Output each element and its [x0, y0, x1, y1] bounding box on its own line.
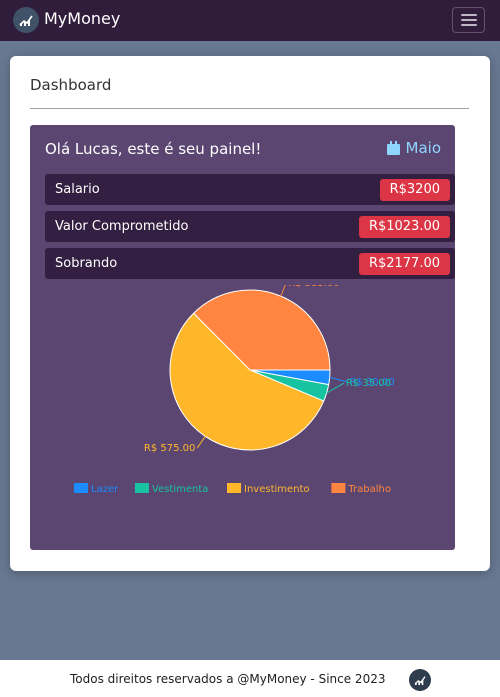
legend-swatch-trabalho[interactable]	[331, 483, 346, 493]
remaining-label: Sobrando	[55, 256, 118, 271]
committed-row: Valor Comprometido R$1023.00	[45, 211, 455, 242]
salary-label: Salario	[55, 182, 100, 197]
summary-panel: Olá Lucas, este é seu painel! Maio Salar…	[30, 125, 455, 550]
legend-swatch-lazer[interactable]	[74, 483, 88, 493]
pie-label-investimento: R$ 575.00	[144, 443, 195, 454]
greeting-text: Olá Lucas, este é seu painel!	[45, 140, 262, 158]
brand-name[interactable]: MyMoney	[44, 9, 120, 28]
expense-pie-chart: R$ 30.00R$ 35.00R$ 575.00R$ 383.00LazerV…	[74, 285, 395, 495]
hamburger-menu-icon	[460, 14, 477, 16]
legend-label-investimento[interactable]: Investimento	[244, 484, 310, 495]
pie-label-vestimenta: R$ 35.00	[346, 378, 391, 389]
footer: Todos direitos reservados a @MyMoney - S…	[0, 660, 500, 697]
legend-label-trabalho[interactable]: Trabalho	[347, 484, 391, 495]
calendar-icon	[386, 141, 400, 155]
footer-text: Todos direitos reservados a @MyMoney - S…	[70, 672, 386, 686]
legend-swatch-vestimenta[interactable]	[135, 483, 149, 493]
committed-label: Valor Comprometido	[55, 219, 189, 234]
month-label: Maio	[405, 139, 441, 157]
month-selector[interactable]: Maio	[386, 139, 441, 157]
dashboard-card: Dashboard Olá Lucas, este é seu painel! …	[10, 56, 490, 571]
hamburger-menu-button[interactable]	[452, 7, 485, 33]
page-title: Dashboard	[30, 76, 112, 94]
committed-value-badge: R$1023.00	[358, 216, 450, 238]
salary-row: Salario R$3200	[45, 174, 455, 205]
remaining-row: Sobrando R$2177.00	[45, 248, 455, 279]
salary-value-badge: R$3200	[379, 179, 450, 201]
legend-swatch-investimento[interactable]	[227, 483, 241, 493]
pie-leader-line	[280, 285, 286, 297]
legend-label-vestimenta[interactable]: Vestimenta	[152, 484, 208, 495]
pie-leader-line	[196, 436, 206, 449]
legend-label-lazer[interactable]: Lazer	[91, 484, 119, 495]
divider	[30, 108, 469, 109]
pie-label-trabalho: R$ 383.00	[288, 285, 339, 289]
chart-up-icon[interactable]	[13, 7, 39, 33]
navbar: MyMoney	[0, 0, 500, 41]
pie-leader-line	[326, 382, 345, 394]
chart-up-icon	[409, 669, 431, 691]
remaining-value-badge: R$2177.00	[358, 253, 450, 275]
